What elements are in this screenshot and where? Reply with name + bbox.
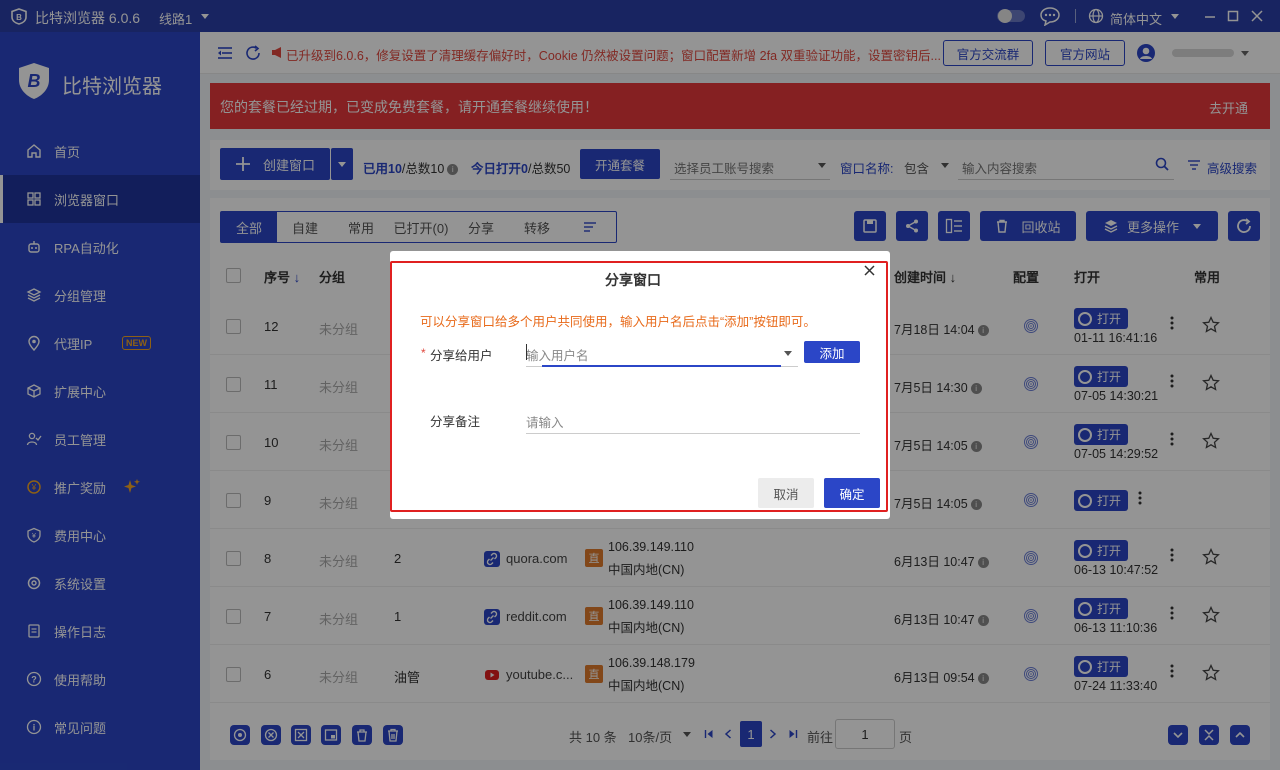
highlight-frame — [390, 261, 888, 512]
